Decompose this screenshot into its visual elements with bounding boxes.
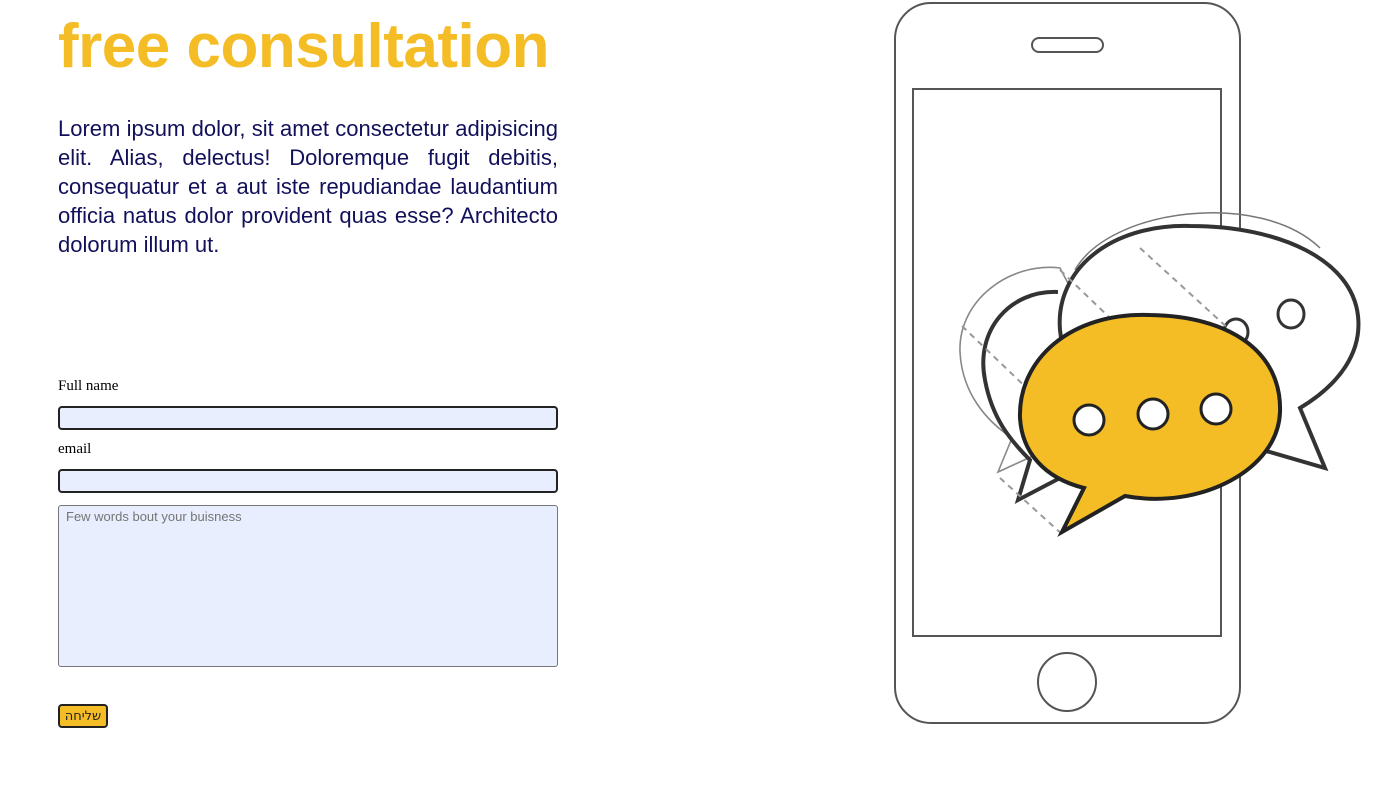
email-input[interactable] (58, 469, 558, 493)
consultation-form: Full name email שליחה (58, 376, 558, 728)
yellow-bubble-dot (1199, 392, 1233, 426)
yellow-bubble-dot (1072, 403, 1106, 437)
description-text: Lorem ipsum dolor, sit amet consectetur … (58, 116, 558, 257)
phone-chat-illustration (894, 2, 1361, 724)
business-textarea[interactable] (58, 505, 558, 667)
fullname-input[interactable] (58, 406, 558, 430)
submit-button[interactable]: שליחה (58, 704, 108, 728)
page-title: free consultation (58, 12, 550, 81)
white-bubble-dot (1276, 298, 1306, 330)
page: free consultation Lorem ipsum dolor, sit… (0, 0, 1379, 807)
yellow-bubble-dot (1136, 397, 1170, 431)
email-label: email (58, 441, 92, 457)
fullname-label: Full name (58, 378, 119, 394)
